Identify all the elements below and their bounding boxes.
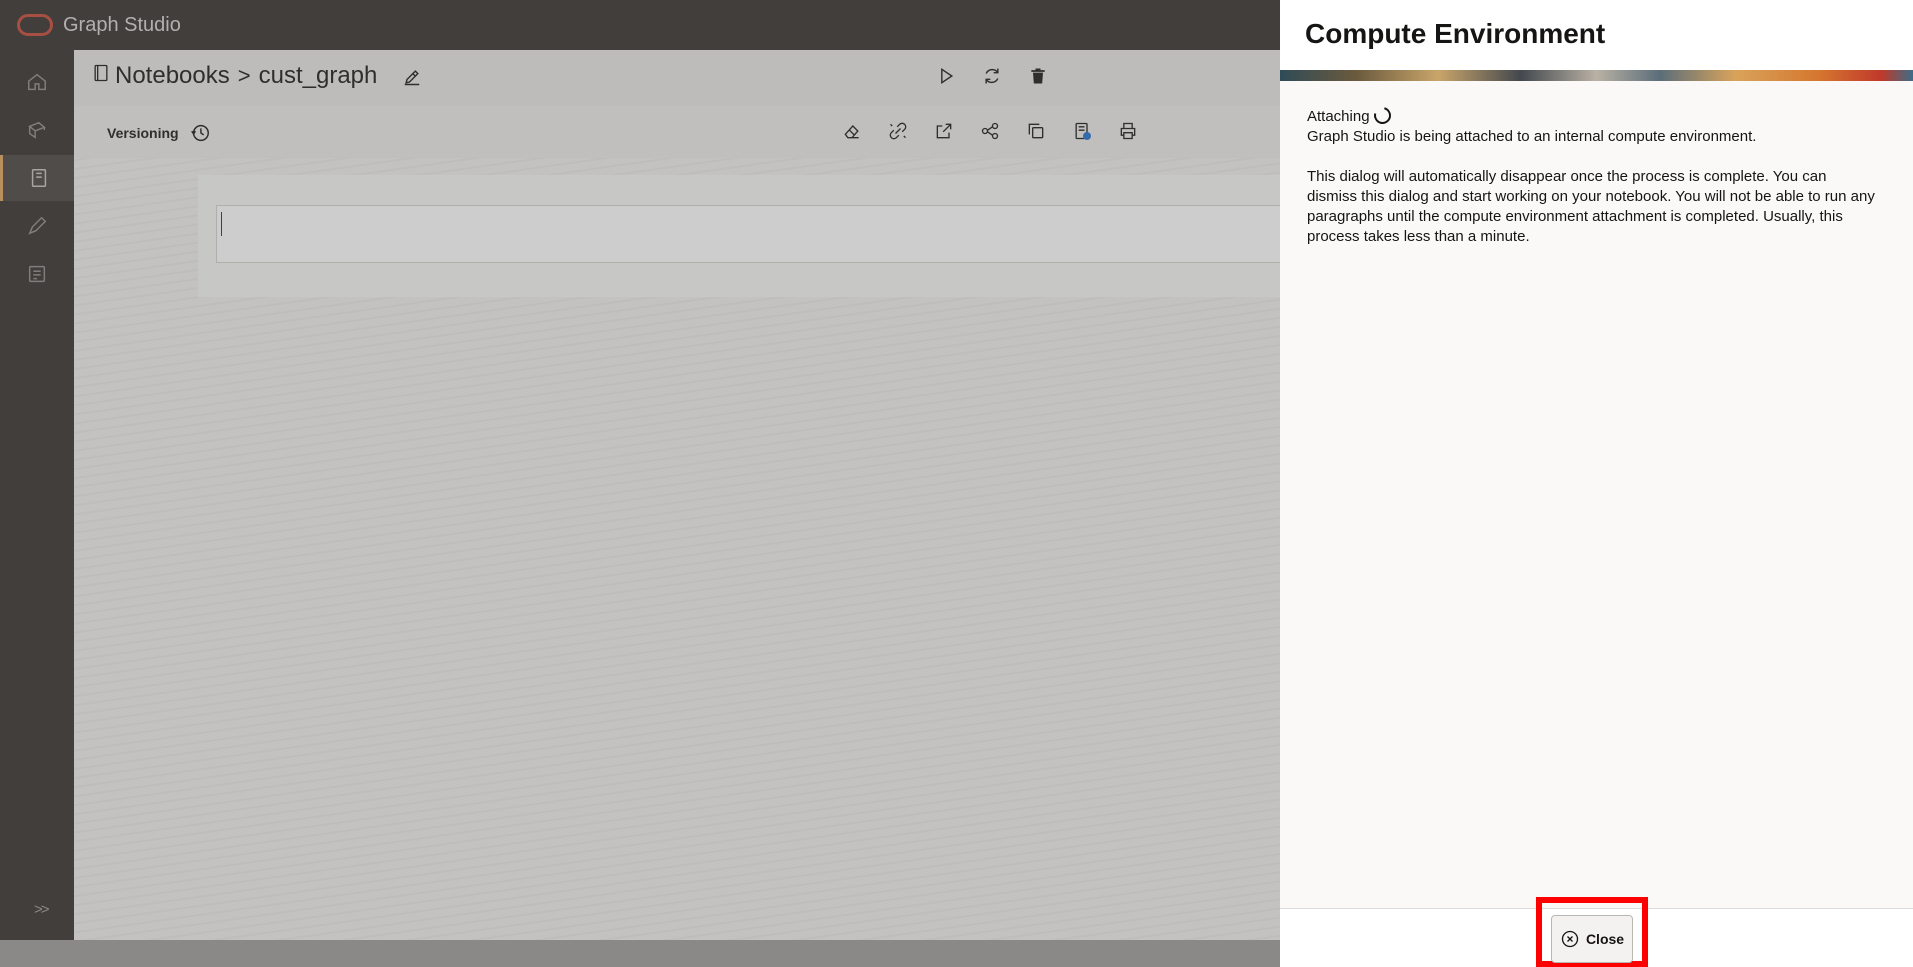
compute-environment-drawer: Compute Environment Attaching Graph Stud…	[1280, 0, 1913, 967]
close-label: Close	[1585, 931, 1625, 947]
attach-message: Graph Studio is being attached to an int…	[1307, 128, 1757, 145]
decorative-banner	[1280, 70, 1913, 81]
close-icon	[1561, 930, 1579, 948]
drawer-title: Compute Environment	[1305, 18, 1606, 49]
status-line: Attaching	[1307, 103, 1880, 127]
drawer-body: Attaching Graph Studio is being attached…	[1280, 81, 1880, 247]
info-message: This dialog will automatically disappear…	[1307, 168, 1875, 245]
close-button[interactable]: Close	[1551, 915, 1633, 963]
drawer-header: Compute Environment	[1280, 0, 1913, 70]
status-text: Attaching	[1307, 108, 1370, 125]
loading-spinner-icon	[1370, 103, 1394, 127]
